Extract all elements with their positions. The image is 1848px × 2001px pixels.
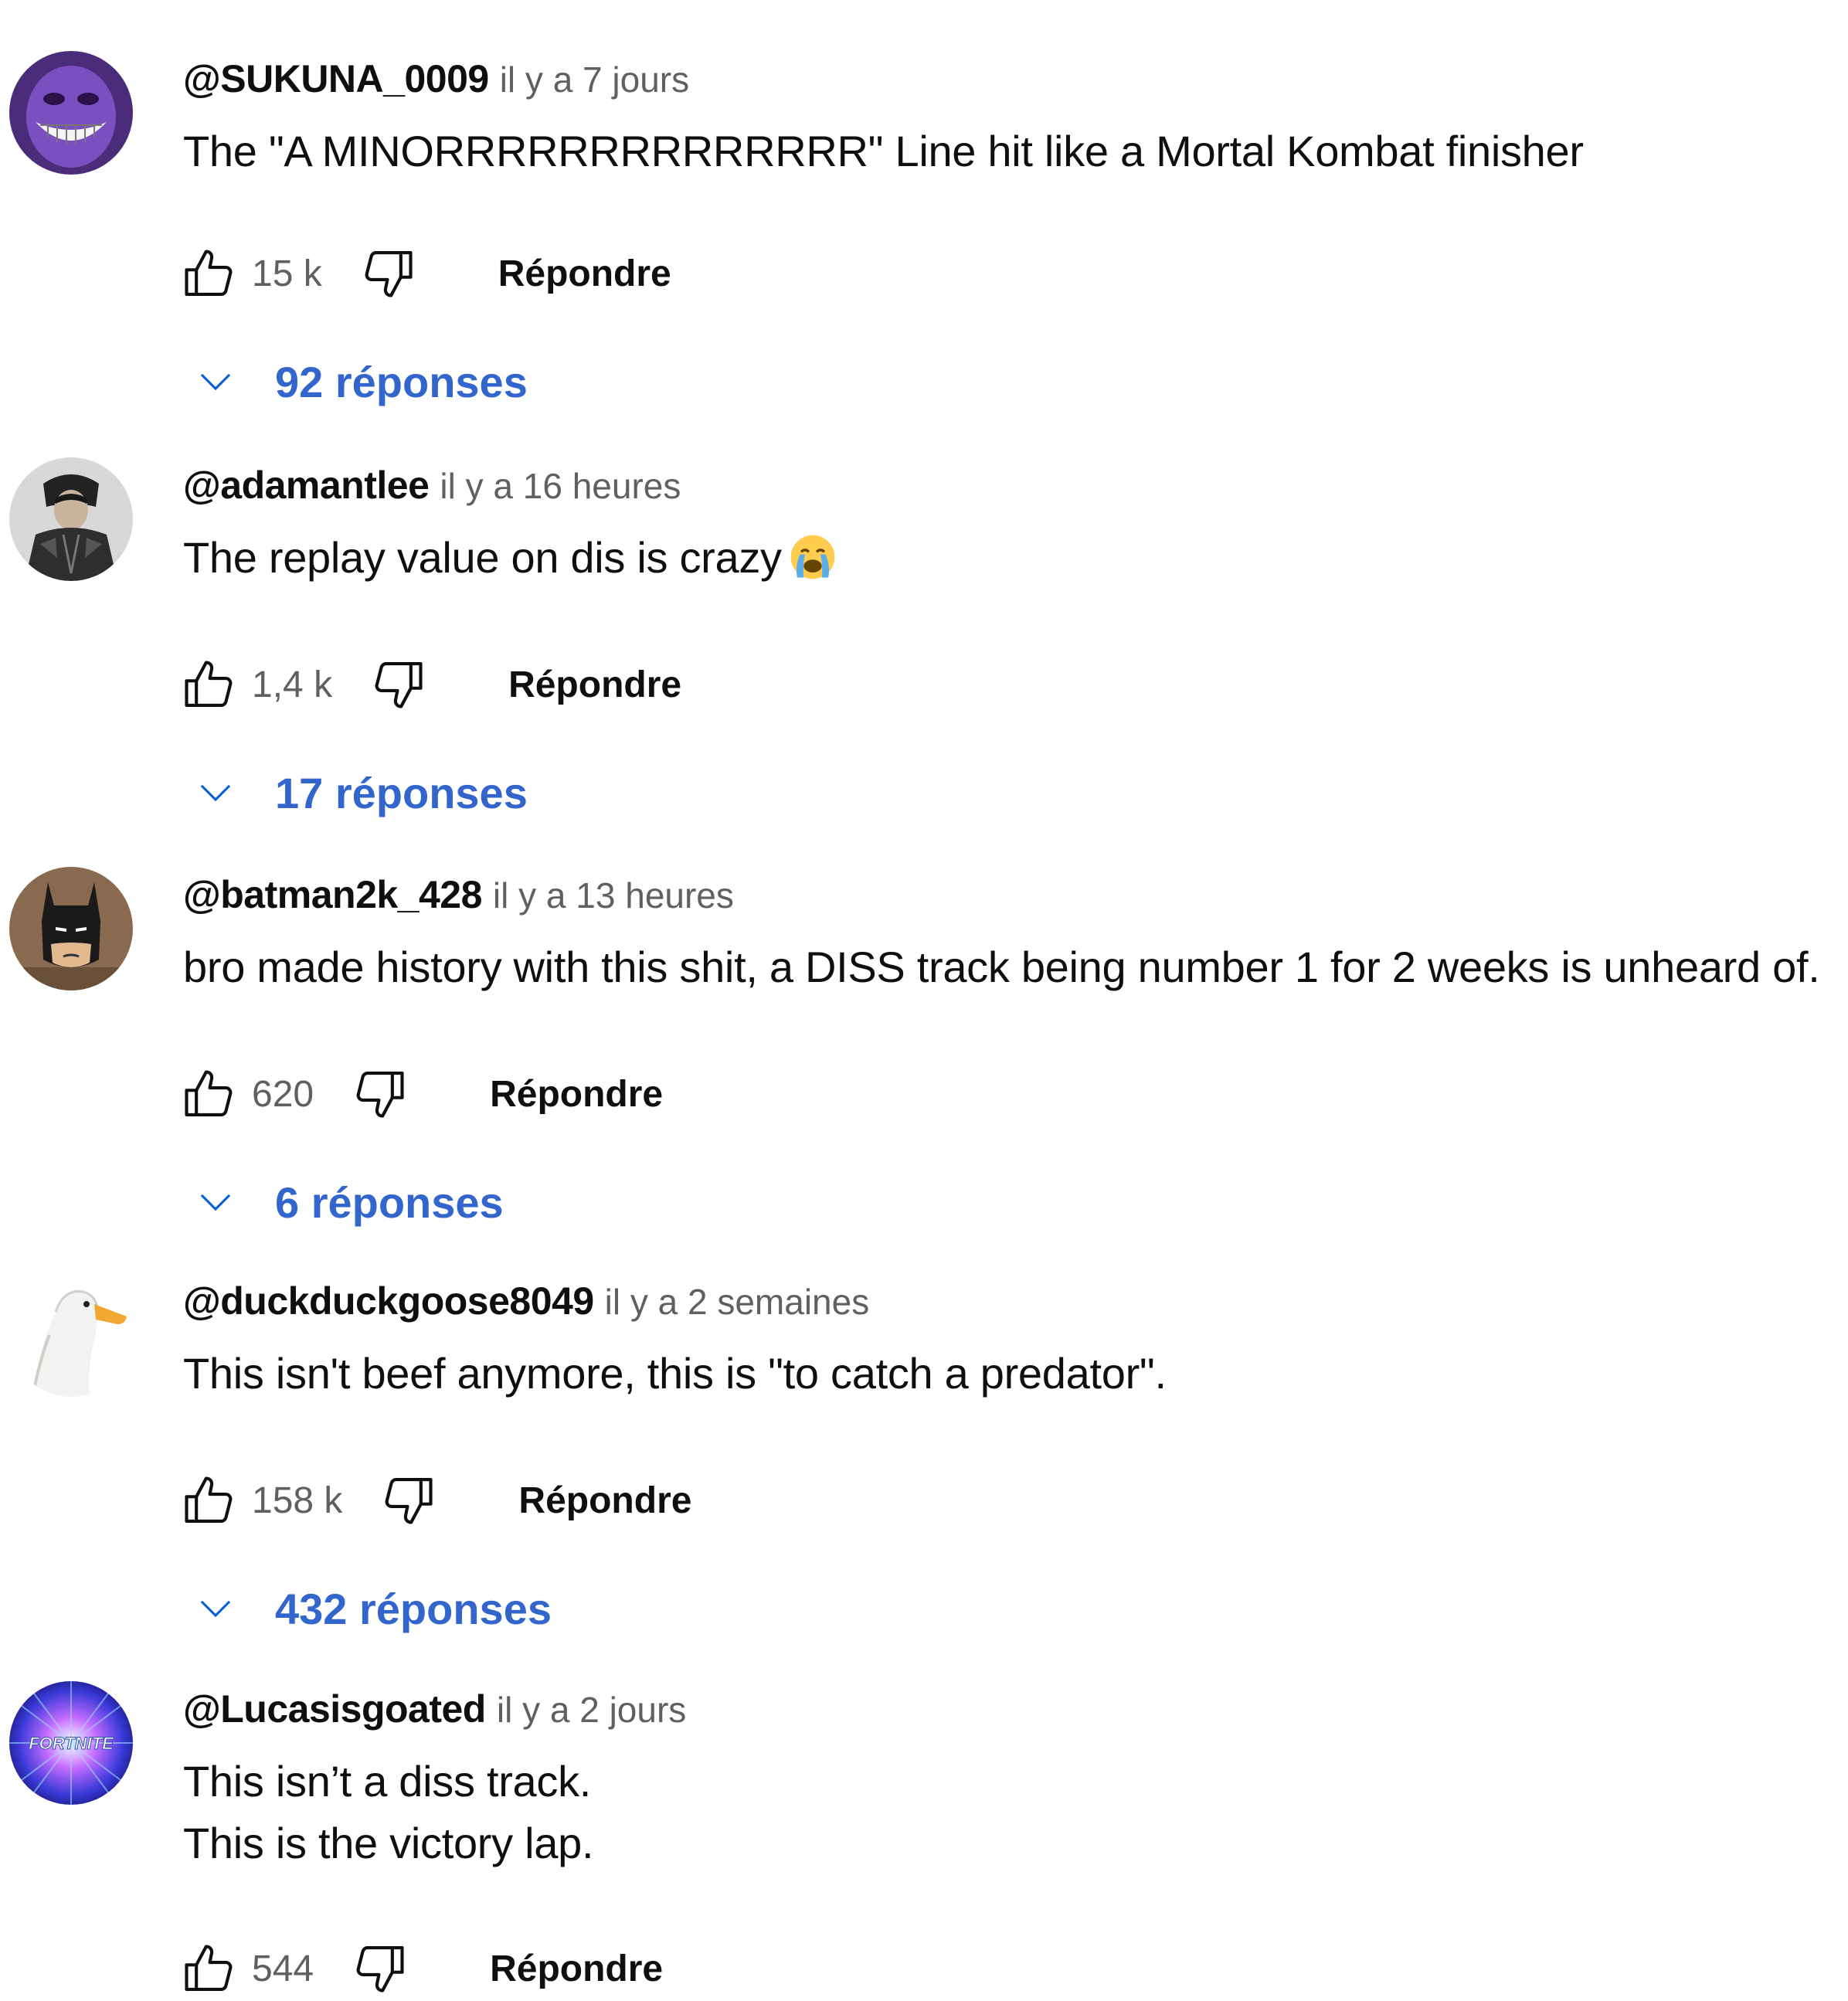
like-count: 544 [252, 1948, 314, 1989]
thumbs-down-icon [356, 1072, 404, 1118]
comment-actions: 1,4 k Répondre [176, 652, 681, 717]
comment-actions: 158 k Répondre [176, 1468, 691, 1533]
comment-header: @SUKUNA_0009 il y a 7 jours [183, 54, 689, 104]
thumbs-down-icon [356, 1946, 404, 1993]
comment-text: The replay value on dis is crazy [183, 527, 836, 589]
dislike-button[interactable] [356, 241, 421, 306]
view-replies-button[interactable]: 92 réponses [192, 349, 528, 414]
replies-count-label: 6 réponses [275, 1177, 504, 1227]
like-button[interactable] [176, 652, 241, 717]
view-replies-button[interactable]: 432 réponses [192, 1576, 552, 1641]
chevron-down-icon [200, 373, 231, 391]
reply-button[interactable]: Répondre [490, 1948, 663, 1990]
view-replies-button[interactable]: 17 réponses [192, 760, 528, 825]
reply-button[interactable]: Répondre [490, 1073, 663, 1116]
dislike-button[interactable] [348, 1062, 413, 1126]
chevron-down-icon [200, 1600, 231, 1618]
replies-count-label: 432 réponses [275, 1584, 552, 1633]
like-button[interactable] [176, 1468, 241, 1533]
avatar-white-duck-icon [9, 1273, 133, 1397]
fortnite-logo-text: FORTNITE [29, 1734, 114, 1753]
reply-button[interactable]: Répondre [508, 664, 681, 706]
avatar[interactable] [9, 1273, 133, 1397]
author-name[interactable]: @SUKUNA_0009 [183, 57, 489, 100]
like-button[interactable] [176, 1062, 241, 1126]
author-name[interactable]: @batman2k_428 [183, 873, 482, 916]
like-button[interactable] [176, 241, 241, 306]
thumbs-down-icon [365, 251, 413, 297]
comment-time[interactable]: il y a 16 heures [440, 466, 681, 506]
like-count: 158 k [252, 1480, 343, 1521]
author-name[interactable]: @adamantlee [183, 464, 430, 507]
comment-header: @batman2k_428 il y a 13 heures [183, 870, 734, 919]
avatar[interactable]: FORTNITE [9, 1681, 133, 1805]
comment-time[interactable]: il y a 2 jours [497, 1690, 686, 1730]
comment-text: The "A MINORRRRRRRRRRRRRR" Line hit like… [183, 127, 1584, 175]
author-name[interactable]: @Lucasisgoated [183, 1687, 486, 1731]
comment-text: bro made history with this shit, a DISS … [183, 943, 1820, 991]
dislike-button[interactable] [366, 652, 431, 717]
comment-actions: 620 Répondre [176, 1062, 663, 1126]
comment-text: This isn't beef anymore, this is "to cat… [183, 1349, 1167, 1398]
avatar[interactable] [9, 51, 133, 175]
comment-actions: 15 k Répondre [176, 241, 671, 306]
avatar-batman-icon [9, 867, 133, 990]
replies-count-label: 17 réponses [275, 768, 528, 817]
thumbs-up-icon [185, 1476, 233, 1523]
chevron-down-icon [200, 1194, 231, 1211]
chevron-down-icon [200, 784, 231, 802]
comment-actions: 544 Répondre [176, 1936, 663, 2001]
dislike-button[interactable] [348, 1936, 413, 2001]
comment-header: @Lucasisgoated il y a 2 jours [183, 1684, 686, 1734]
like-count: 620 [252, 1073, 314, 1115]
thumbs-down-icon [386, 1478, 433, 1524]
thumbs-up-icon [185, 661, 233, 707]
like-button[interactable] [176, 1936, 241, 2001]
author-name[interactable]: @duckduckgoose8049 [183, 1279, 594, 1323]
thumbs-up-icon [185, 1945, 233, 1991]
view-replies-button[interactable]: 6 réponses [192, 1170, 504, 1235]
thumbs-up-icon [185, 250, 233, 296]
reply-button[interactable]: Répondre [518, 1480, 691, 1522]
loudly-crying-face-icon [790, 535, 835, 579]
comment-header: @duckduckgoose8049 il y a 2 semaines [183, 1276, 869, 1326]
avatar[interactable] [9, 457, 133, 581]
comment-time[interactable]: il y a 2 semaines [605, 1282, 870, 1322]
like-count: 1,4 k [252, 664, 333, 705]
avatar[interactable] [9, 867, 133, 990]
comment-text: This isn’t a diss track. This is the vic… [183, 1757, 594, 1867]
comment-time[interactable]: il y a 7 jours [500, 59, 689, 100]
avatar-fortnite-logo-icon: FORTNITE [9, 1681, 133, 1805]
comment-header: @adamantlee il y a 16 heures [183, 460, 681, 510]
like-count: 15 k [252, 253, 322, 294]
avatar-armored-warrior-icon [9, 457, 133, 581]
reply-button[interactable]: Répondre [498, 253, 671, 295]
avatar-purple-grin-icon [9, 51, 133, 175]
comment-time[interactable]: il y a 13 heures [493, 875, 734, 916]
comment-text-content: The replay value on dis is crazy [183, 533, 782, 582]
thumbs-down-icon [375, 662, 423, 708]
thumbs-up-icon [185, 1070, 233, 1116]
dislike-button[interactable] [376, 1468, 441, 1533]
replies-count-label: 92 réponses [275, 357, 528, 406]
